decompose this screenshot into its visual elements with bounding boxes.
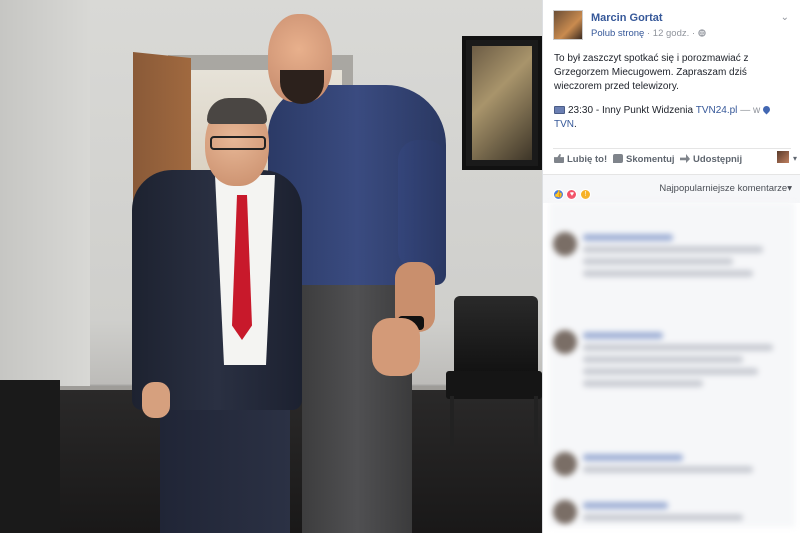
photo-wall [0, 0, 90, 395]
comment-sort-dropdown[interactable]: Najpopularniejsze komentarze▾ [659, 183, 792, 194]
share-button-label: Udostępnij [693, 154, 743, 165]
comment-line [583, 380, 703, 387]
post-meta: Polub stronę · 12 godz. · [591, 28, 706, 39]
comment-button[interactable]: Skomentuj [613, 154, 675, 165]
post-header: Marcin Gortat Polub stronę · 12 godz. · … [553, 10, 793, 42]
photo-chair-leg [450, 396, 454, 446]
post-photo[interactable] [0, 0, 542, 533]
meta-separator: · [646, 28, 651, 39]
like-page-link[interactable]: Polub stronę [591, 28, 644, 39]
program-name: Inny Punkt Widzenia [601, 105, 694, 116]
post-message: To był zaszczyt spotkać się i porozmawia… [554, 53, 749, 92]
viewer-avatar[interactable]: ▾ [777, 151, 797, 163]
photo-chair [446, 296, 542, 446]
program-time: 23:30 [568, 105, 594, 116]
photo-chair-leg [534, 396, 538, 446]
page-name-link[interactable]: Marcin Gortat [591, 12, 663, 24]
comment-line [583, 466, 753, 473]
comment-line [583, 514, 743, 521]
comment-sort-label: Najpopularniejsze komentarze [659, 183, 788, 194]
comment-line [583, 454, 683, 461]
photo-person-left-glasses [210, 136, 266, 150]
page-avatar[interactable] [553, 10, 583, 40]
program-with: — w [740, 105, 761, 116]
tv-icon [554, 106, 565, 114]
comment-line [583, 368, 758, 375]
post-timestamp[interactable]: 12 godz. [653, 28, 689, 39]
like-button[interactable]: Lubię to! [554, 154, 607, 165]
comment-line [583, 234, 673, 241]
photo-person-right-arm [398, 140, 446, 270]
viewer-chevron-icon[interactable]: ▾ [793, 154, 797, 163]
photo-person-left-hair [207, 98, 267, 124]
photo-chair-back [454, 296, 538, 376]
comment-line [583, 270, 753, 277]
wow-reaction-icon: ! [579, 189, 591, 200]
reactions-bar: 👍 ♥ ! Najpopularniejsze komentarze▾ [543, 174, 800, 203]
photo-chair-left [0, 380, 60, 530]
share-button[interactable]: Udostępnij [680, 154, 742, 165]
share-icon [680, 154, 690, 163]
like-button-label: Lubię to! [567, 154, 608, 165]
commenter-avatar [553, 500, 577, 524]
photo-chair-seat [446, 371, 542, 399]
comments-blurred [549, 202, 795, 527]
comment-line [583, 332, 663, 339]
program-end: . [574, 119, 577, 130]
location-pin-icon [761, 104, 772, 115]
globe-icon [698, 29, 706, 37]
like-reaction-icon: 👍 [553, 189, 564, 200]
photo-painting-canvas [472, 46, 532, 160]
post-sidebar: Marcin Gortat Polub stronę · 12 godz. · … [542, 0, 800, 533]
commenter-avatar [553, 232, 577, 256]
comment-button-label: Skomentuj [626, 154, 675, 165]
reaction-icons[interactable]: 👍 ♥ ! [553, 183, 591, 200]
comment-line [583, 344, 773, 351]
meta-separator: · [691, 28, 696, 39]
commenter-avatar [553, 330, 577, 354]
program-info: 23:30 - Inny Punkt Widzenia TVN24.pl — w… [554, 104, 790, 132]
love-reaction-icon: ♥ [566, 189, 578, 200]
thumbs-up-icon [554, 154, 564, 163]
comment-line [583, 502, 668, 509]
comment-line [583, 258, 733, 265]
photo-person-left-hand [142, 382, 170, 418]
comment-icon [613, 154, 623, 163]
post-actions: Lubię to! Skomentuj Udostępnij ▾ [553, 148, 797, 173]
program-channel-link[interactable]: TVN24.pl [696, 105, 738, 116]
chevron-down-icon: ▾ [787, 183, 792, 194]
comment-line [583, 246, 763, 253]
photo-person-right-hand [372, 318, 420, 376]
program-location-link[interactable]: TVN [554, 119, 574, 130]
photo-painting [462, 36, 542, 170]
post-options-chevron-icon[interactable]: ⌄ [781, 12, 789, 23]
program-dash: - [595, 105, 600, 116]
commenter-avatar [553, 452, 577, 476]
comment-line [583, 356, 743, 363]
